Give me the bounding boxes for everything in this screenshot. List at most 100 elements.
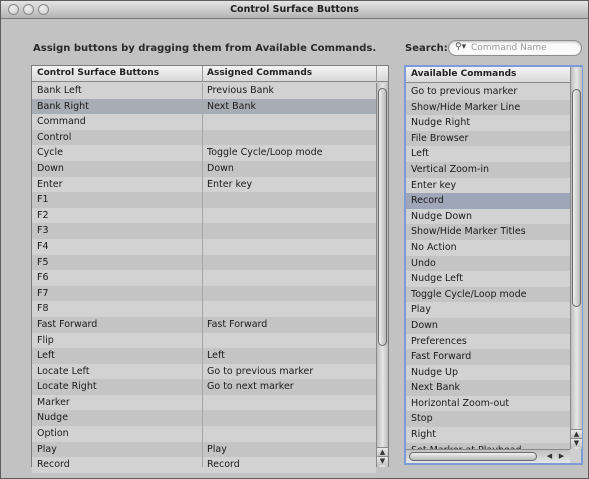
assigned-command-cell[interactable]: Go to previous marker xyxy=(207,364,373,380)
search-field[interactable]: ⚲▾ xyxy=(448,40,582,56)
list-item[interactable]: Nudge Right xyxy=(406,115,570,131)
list-item[interactable]: Next Bank xyxy=(406,380,570,396)
assigned-command-cell[interactable]: Previous Bank xyxy=(207,83,373,99)
assigned-command-cell[interactable]: Play xyxy=(207,442,373,458)
table-row[interactable]: Command xyxy=(32,114,376,130)
control-surface-button-cell: Enter xyxy=(37,178,63,190)
assignments-scrollbar[interactable]: ▲ ▼ xyxy=(376,83,388,467)
table-row[interactable]: Fast Forward Fast Forward xyxy=(32,316,376,333)
column-header-assigned-commands[interactable]: Assigned Commands xyxy=(207,68,312,78)
assignments-table-header: Control Surface Buttons Assigned Command… xyxy=(32,66,388,82)
assignments-scroll-thumb[interactable] xyxy=(378,88,387,346)
assignments-rows: Bank Left Previous Bank Bank Right Next Ban… xyxy=(32,83,376,473)
assigned-command-cell[interactable]: Next Bank xyxy=(207,99,373,115)
scroll-down-arrow-icon[interactable]: ▼ xyxy=(377,456,388,465)
assigned-command-cell[interactable]: Fast Forward xyxy=(207,317,373,333)
assigned-command-cell[interactable]: Down xyxy=(207,161,373,177)
control-surface-button-cell: F5 xyxy=(37,256,49,268)
control-surface-button-cell: Option xyxy=(37,428,69,440)
table-row[interactable]: Bank Left Previous Bank xyxy=(32,83,376,99)
assignments-table: Control Surface Buttons Assigned Command… xyxy=(31,65,389,473)
list-item[interactable]: Undo xyxy=(406,255,570,272)
table-row[interactable]: Control xyxy=(32,129,376,146)
control-surface-button-cell: F7 xyxy=(37,287,49,299)
search-label: Search: xyxy=(405,43,448,54)
assigned-command-cell[interactable]: Enter key xyxy=(207,177,373,193)
scroll-up-arrow-icon[interactable]: ▲ xyxy=(377,447,388,456)
available-commands-scroll-thumb[interactable] xyxy=(572,89,581,307)
table-row[interactable]: Option xyxy=(32,426,376,442)
table-row[interactable]: F2 xyxy=(32,207,376,224)
list-item[interactable]: Show/Hide Marker Line xyxy=(406,99,570,116)
column-header-control-surface-buttons[interactable]: Control Surface Buttons xyxy=(37,68,159,78)
list-item[interactable]: Down xyxy=(406,317,570,334)
scroll-left-arrow-icon[interactable]: ◀ xyxy=(544,451,555,462)
table-row[interactable]: F5 xyxy=(32,254,376,271)
list-item[interactable]: Stop xyxy=(406,411,570,428)
table-row[interactable]: Enter Enter key xyxy=(32,176,376,193)
list-item[interactable]: File Browser xyxy=(406,130,570,147)
available-commands-header: Available Commands xyxy=(406,67,571,83)
list-item[interactable]: Left xyxy=(406,146,570,162)
instruction-text: Assign buttons by dragging them from Ava… xyxy=(33,43,377,54)
control-surface-button-cell: Play xyxy=(37,443,57,455)
assigned-command-cell[interactable]: Left xyxy=(207,348,373,364)
scroll-down-arrow-icon[interactable]: ▼ xyxy=(571,438,582,447)
search-input[interactable] xyxy=(471,42,577,54)
list-item[interactable]: Record xyxy=(406,193,570,209)
control-surface-button-cell: Nudge xyxy=(37,412,69,424)
list-item[interactable]: Play xyxy=(406,302,570,318)
list-item[interactable]: Go to previous marker xyxy=(406,84,570,100)
horizontal-scroll-thumb[interactable] xyxy=(409,452,537,461)
control-surface-buttons-window: Control Surface Buttons Assign buttons b… xyxy=(0,0,589,479)
table-row[interactable]: Nudge xyxy=(32,410,376,427)
list-item[interactable]: Nudge Up xyxy=(406,364,570,381)
table-row[interactable]: Locate Left Go to previous marker xyxy=(32,363,376,380)
table-row[interactable]: Marker xyxy=(32,394,376,411)
list-item[interactable]: Right xyxy=(406,427,570,443)
assigned-command-cell[interactable]: Go to next marker xyxy=(207,379,373,395)
available-commands-horizontal-scrollbar[interactable]: ◀ ▶ xyxy=(406,449,570,463)
table-row[interactable]: Left Left xyxy=(32,348,376,364)
table-row[interactable]: F8 xyxy=(32,301,376,317)
table-row[interactable]: Bank Right Next Bank xyxy=(32,98,376,115)
table-row[interactable]: Record Record xyxy=(32,457,376,473)
control-surface-button-cell: Flip xyxy=(37,334,54,346)
list-item[interactable]: Horizontal Zoom-out xyxy=(406,395,570,412)
search-icon[interactable]: ⚲▾ xyxy=(455,42,466,52)
list-item[interactable]: Toggle Cycle/Loop mode xyxy=(406,286,570,303)
table-row[interactable]: Locate Right Go to next marker xyxy=(32,379,376,395)
window-title: Control Surface Buttons xyxy=(230,4,359,15)
assigned-command-cell[interactable]: Toggle Cycle/Loop mode xyxy=(207,145,373,161)
title-bar[interactable]: Control Surface Buttons xyxy=(1,1,588,19)
list-item[interactable]: Nudge Left xyxy=(406,271,570,287)
assigned-command-cell[interactable]: Record xyxy=(207,457,373,473)
column-divider xyxy=(202,83,203,467)
list-item[interactable]: Nudge Down xyxy=(406,208,570,225)
table-row[interactable]: F7 xyxy=(32,285,376,302)
list-item[interactable]: Show/Hide Marker Titles xyxy=(406,224,570,240)
list-item[interactable]: Fast Forward xyxy=(406,349,570,365)
control-surface-button-cell: F8 xyxy=(37,303,49,315)
table-row[interactable]: F6 xyxy=(32,270,376,286)
control-surface-button-cell: F1 xyxy=(37,194,49,206)
list-item[interactable]: Preferences xyxy=(406,333,570,350)
table-row[interactable]: F3 xyxy=(32,223,376,239)
scroll-right-arrow-icon[interactable]: ▶ xyxy=(556,451,567,462)
control-surface-button-cell: Marker xyxy=(37,396,70,408)
list-item[interactable]: No Action xyxy=(406,239,570,256)
available-commands-header-label[interactable]: Available Commands xyxy=(411,69,516,79)
list-item[interactable]: Vertical Zoom-in xyxy=(406,161,570,178)
table-row[interactable]: Play Play xyxy=(32,441,376,458)
table-row[interactable]: Down Down xyxy=(32,160,376,177)
control-surface-button-cell: Down xyxy=(37,162,64,174)
available-commands-scrollbar[interactable]: ▲ ▼ xyxy=(570,67,582,449)
available-commands-list: Available Commands Go to previous marker… xyxy=(404,65,583,465)
table-row[interactable]: Flip xyxy=(32,332,376,349)
scroll-up-arrow-icon[interactable]: ▲ xyxy=(571,429,582,438)
list-item[interactable]: Enter key xyxy=(406,177,570,194)
table-row[interactable]: F4 xyxy=(32,238,376,255)
control-surface-button-cell: Bank Right xyxy=(37,100,89,112)
table-row[interactable]: F1 xyxy=(32,192,376,208)
table-row[interactable]: Cycle Toggle Cycle/Loop mode xyxy=(32,145,376,161)
